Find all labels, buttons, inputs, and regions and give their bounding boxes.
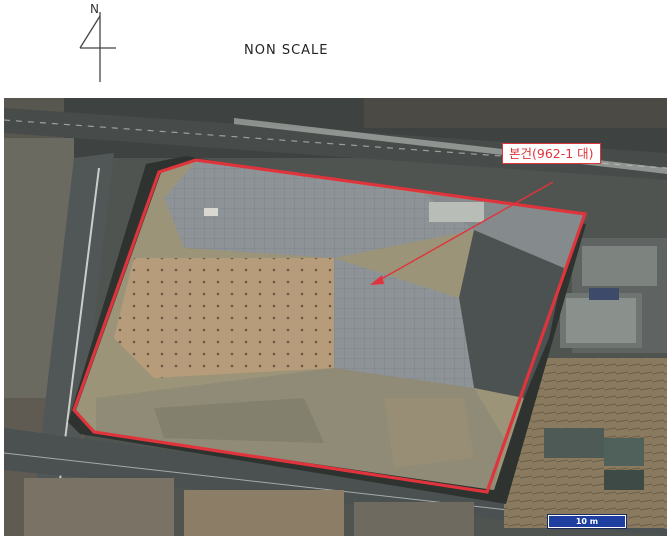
site-map-page: N NON SCALE 본건(962-1 대) 10 m [0, 0, 671, 539]
north-arrow-icon [79, 12, 116, 82]
map-scale-bar: 10 m [548, 515, 626, 528]
site-label: 본건(962-1 대) [502, 143, 601, 164]
non-scale-note: NON SCALE [244, 43, 329, 58]
map-header: N NON SCALE [0, 0, 671, 98]
